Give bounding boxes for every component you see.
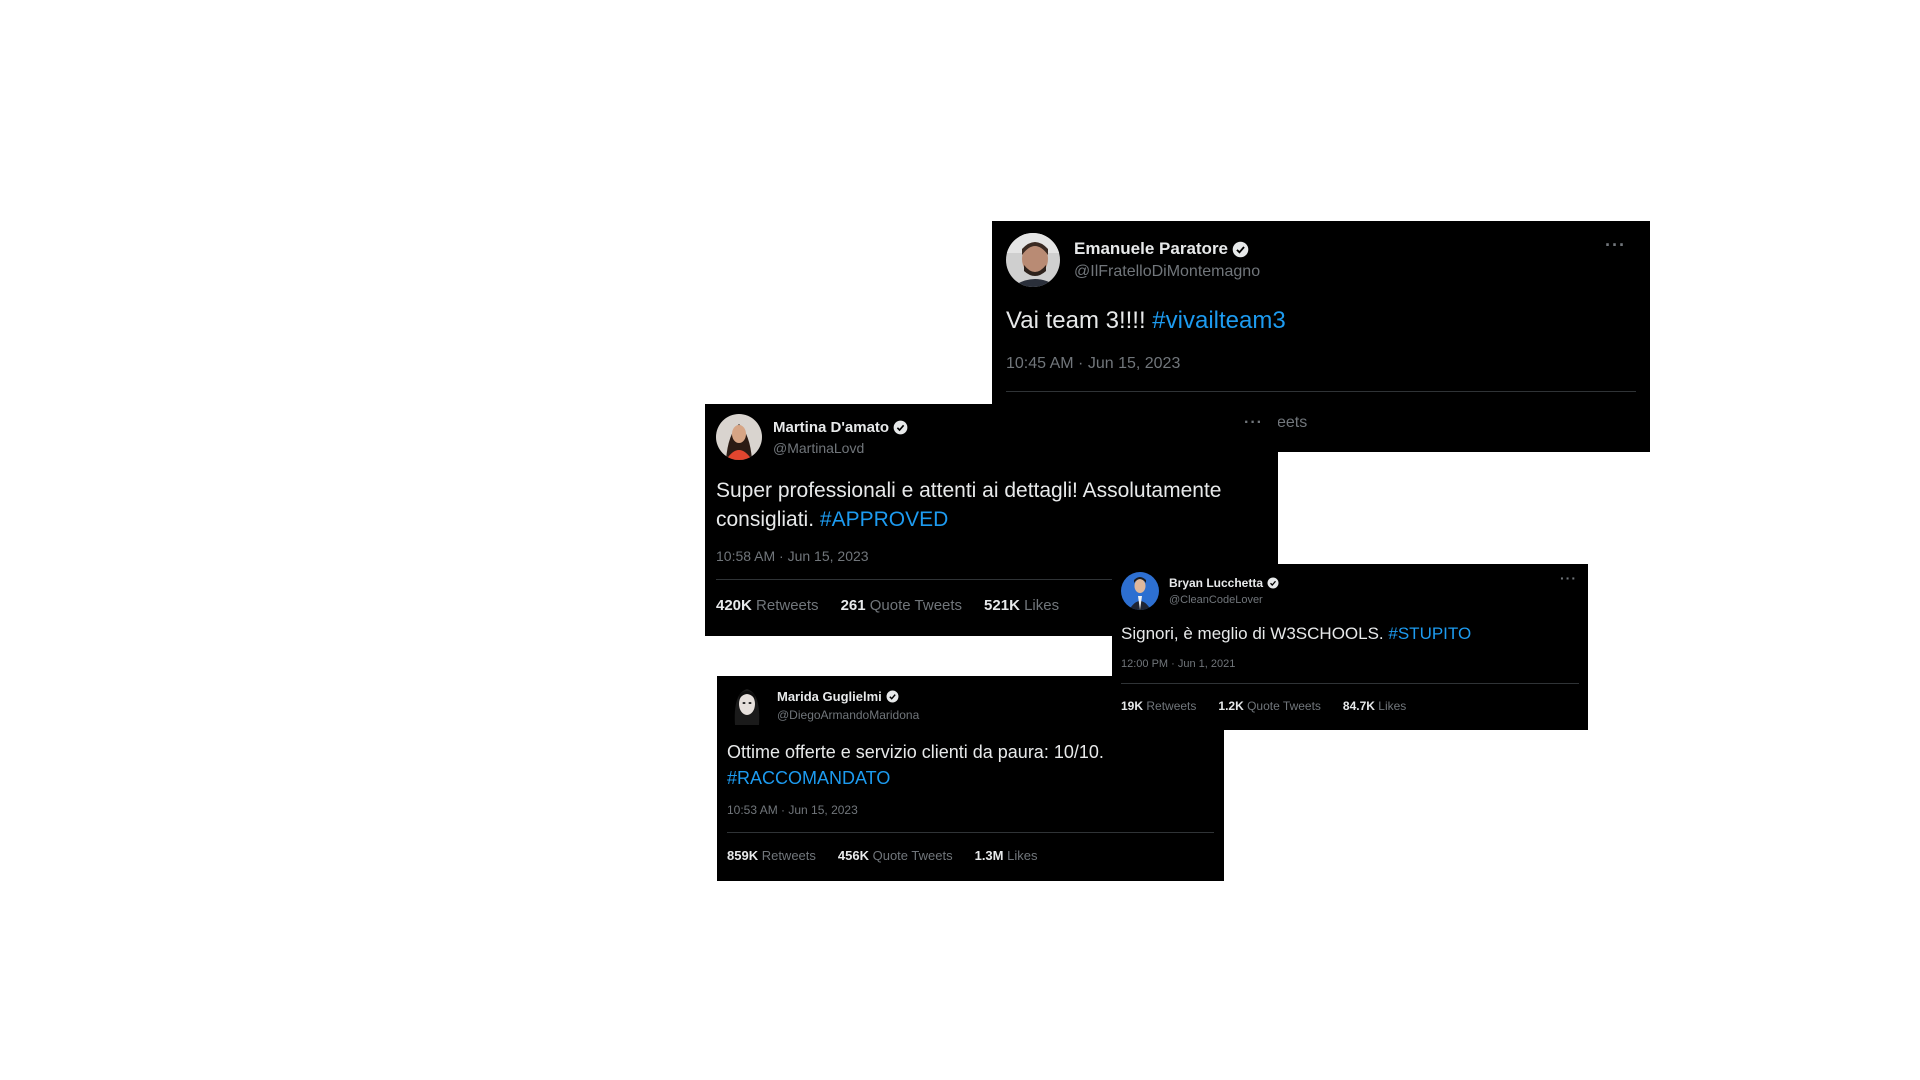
display-name[interactable]: Emanuele Paratore — [1074, 239, 1228, 259]
quote-tweets-label: Quote Tweets — [869, 597, 963, 614]
stats-partial-label: eets — [1277, 414, 1308, 431]
likes-label: Likes — [1024, 597, 1060, 614]
quote-tweets-count: 456K — [837, 848, 869, 863]
likes-label: Likes — [1378, 699, 1407, 713]
quote-tweets-count: 261 — [840, 597, 866, 614]
hashtag-link[interactable]: #vivailteam3 — [1152, 307, 1285, 334]
page-canvas: Emanuele Paratore @IlFratelloDiMontemagn… — [0, 0, 1920, 1080]
user-handle[interactable]: @CleanCodeLover — [1169, 594, 1279, 606]
retweets-label: Retweets — [756, 597, 819, 614]
tweet-timestamp[interactable]: 10:53 AM · Jun 15, 2023 — [727, 803, 1214, 817]
quote-tweets-stat[interactable]: 261 Quote Tweets — [841, 597, 962, 614]
user-handle[interactable]: @DiegoArmandoMaridona — [777, 708, 919, 722]
quote-tweets-label: Quote Tweets — [1247, 699, 1321, 713]
quote-tweets-label: Quote Tweets — [872, 848, 953, 863]
likes-stat[interactable]: 1.3M Likes — [975, 848, 1038, 863]
tweet-text: Super professionali e attenti ai dettagl… — [716, 476, 1267, 534]
retweets-label: Retweets — [761, 848, 816, 863]
hashtag-link[interactable]: #STUPITO — [1388, 624, 1471, 643]
avatar[interactable] — [1121, 572, 1159, 610]
tweet-header: Bryan Lucchetta @CleanCodeLover ··· — [1121, 570, 1579, 610]
display-name[interactable]: Bryan Lucchetta — [1169, 576, 1263, 590]
hashtag-link[interactable]: #RACCOMANDATO — [727, 768, 890, 788]
quote-tweets-stat[interactable]: 1.2K Quote Tweets — [1218, 699, 1321, 713]
divider — [1006, 391, 1636, 392]
retweets-stat[interactable]: 19K Retweets — [1121, 699, 1196, 713]
user-handle[interactable]: @MartinaLovd — [773, 440, 908, 456]
tweet-text: Signori, è meglio di W3SCHOOLS. #STUPITO — [1121, 624, 1579, 644]
name-row: Bryan Lucchetta — [1169, 576, 1279, 590]
tweet-body: Super professionali e attenti ai dettagl… — [716, 479, 1222, 531]
verified-badge-icon — [886, 690, 899, 703]
retweets-count: 859K — [727, 848, 759, 863]
retweets-count: 19K — [1121, 699, 1144, 713]
user-handle[interactable]: @IlFratelloDiMontemagno — [1074, 263, 1260, 281]
likes-stat[interactable]: 84.7K Likes — [1343, 699, 1406, 713]
tweet-body: Vai team 3!!!! — [1006, 307, 1153, 334]
name-row: Emanuele Paratore — [1074, 239, 1260, 259]
quote-tweets-stat[interactable]: 456K Quote Tweets — [838, 848, 953, 863]
tweet-stats: 859K Retweets 456K Quote Tweets 1.3M Lik… — [727, 848, 1214, 863]
more-options-icon[interactable]: ··· — [1605, 235, 1626, 256]
tweet-text: Ottime offerte e servizio clienti da pau… — [727, 739, 1214, 791]
divider — [727, 832, 1214, 833]
retweets-stat[interactable]: 420K Retweets — [716, 597, 819, 614]
user-names: Marida Guglielmi @DiegoArmandoMaridona — [777, 689, 919, 722]
likes-label: Likes — [1007, 848, 1038, 863]
tweet-text: Vai team 3!!!! #vivailteam3 — [1006, 307, 1636, 335]
tweet-header: Martina D'amato @MartinaLovd ··· — [716, 414, 1267, 460]
name-row: Marida Guglielmi — [777, 689, 919, 704]
quote-tweets-count: 1.2K — [1218, 699, 1244, 713]
tweet-timestamp[interactable]: 10:58 AM · Jun 15, 2023 — [716, 548, 1267, 564]
more-options-icon[interactable]: ··· — [1244, 414, 1263, 432]
more-options-icon[interactable]: ··· — [1560, 570, 1577, 586]
retweets-label: Retweets — [1146, 699, 1197, 713]
hashtag-link[interactable]: #APPROVED — [820, 508, 948, 531]
tweet-body: Ottime offerte e servizio clienti da pau… — [727, 742, 1104, 762]
likes-count: 521K — [984, 597, 1020, 614]
avatar[interactable] — [1006, 233, 1060, 287]
likes-count: 84.7K — [1342, 699, 1375, 713]
likes-stat[interactable]: 521K Likes — [984, 597, 1059, 614]
verified-badge-icon — [1232, 241, 1249, 258]
user-names: Bryan Lucchetta @CleanCodeLover — [1169, 576, 1279, 606]
verified-badge-icon — [893, 420, 908, 435]
retweets-stat[interactable]: 859K Retweets — [727, 848, 816, 863]
likes-count: 1.3M — [974, 848, 1004, 863]
user-names: Emanuele Paratore @IlFratelloDiMontemagn… — [1074, 239, 1260, 281]
avatar[interactable] — [716, 414, 762, 460]
display-name[interactable]: Marida Guglielmi — [777, 689, 882, 704]
retweets-count: 420K — [716, 597, 752, 614]
tweet-header: Emanuele Paratore @IlFratelloDiMontemagn… — [1006, 233, 1636, 287]
tweet-timestamp[interactable]: 12:00 PM · Jun 1, 2021 — [1121, 658, 1579, 670]
verified-badge-icon — [1267, 577, 1279, 589]
avatar[interactable] — [727, 685, 767, 725]
tweet-stats: 19K Retweets 1.2K Quote Tweets 84.7K Lik… — [1121, 699, 1579, 713]
tweet-timestamp[interactable]: 10:45 AM · Jun 15, 2023 — [1006, 355, 1636, 373]
name-row: Martina D'amato — [773, 419, 908, 436]
tweet-body: Signori, è meglio di W3SCHOOLS. — [1121, 624, 1389, 643]
display-name[interactable]: Martina D'amato — [773, 419, 889, 436]
user-names: Martina D'amato @MartinaLovd — [773, 419, 908, 456]
tweet-card-bryan: Bryan Lucchetta @CleanCodeLover ··· Sign… — [1112, 564, 1588, 730]
divider — [1121, 683, 1579, 684]
